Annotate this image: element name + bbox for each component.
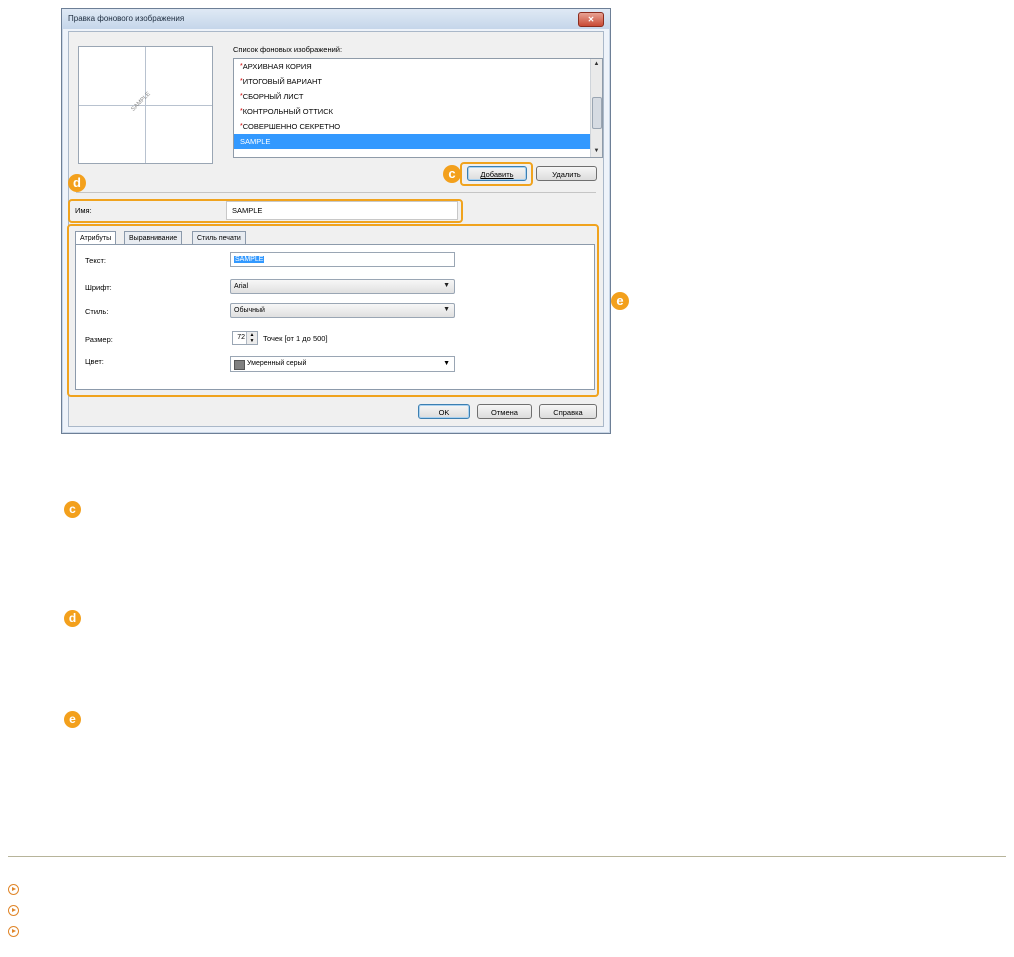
separator-line [76,192,596,193]
callout-d-badge: d [68,174,86,192]
callout-e-highlight [67,224,599,397]
list-item[interactable]: *АРХИВНАЯ КОРИЯ [234,59,602,74]
callout-e-badge: e [611,292,629,310]
description-badge-d: d [64,610,81,627]
watermark-preview: SAMPLE [78,46,213,164]
callout-d-highlight [68,199,463,223]
help-button[interactable]: Справка [539,404,597,419]
list-item[interactable]: *СОВЕРШЕННО СЕКРЕТНО [234,119,602,134]
dialog-titlebar: Правка фонового изображения ✕ [62,9,610,29]
list-item-selected[interactable]: SAMPLE [234,134,602,149]
list-scrollbar[interactable]: ▲ ▼ [590,59,602,157]
callout-c-highlight [460,162,533,186]
description-badge-c: c [64,501,81,518]
arrow-circle-icon [8,905,19,916]
arrow-circle-icon [8,926,19,937]
list-item[interactable]: *ИТОГОВЫЙ ВАРИАНТ [234,74,602,89]
close-button[interactable]: ✕ [578,12,604,27]
preview-watermark-text: SAMPLE [130,91,152,113]
scroll-down-icon[interactable]: ▼ [591,146,602,157]
related-link-row[interactable] [8,925,408,939]
description-badge-e: e [64,711,81,728]
related-link-row[interactable] [8,883,408,897]
background-list-label: Список фоновых изображений: [233,45,343,54]
scroll-thumb[interactable] [592,97,602,129]
background-list[interactable]: *АРХИВНАЯ КОРИЯ *ИТОГОВЫЙ ВАРИАНТ *СБОРН… [233,58,603,158]
dialog-title: Правка фонового изображения [68,14,185,23]
footer-divider [8,856,1006,857]
delete-button[interactable]: Удалить [536,166,597,181]
ok-button[interactable]: OK [418,404,470,419]
list-item[interactable]: *СБОРНЫЙ ЛИСТ [234,89,602,104]
callout-c-badge: c [443,165,461,183]
related-link-row[interactable] [8,904,408,918]
scroll-up-icon[interactable]: ▲ [591,59,602,70]
arrow-circle-icon [8,884,19,895]
list-item[interactable]: *КОНТРОЛЬНЫЙ ОТТИСК [234,104,602,119]
cancel-button[interactable]: Отмена [477,404,532,419]
preview-horizontal-guide [79,105,212,106]
